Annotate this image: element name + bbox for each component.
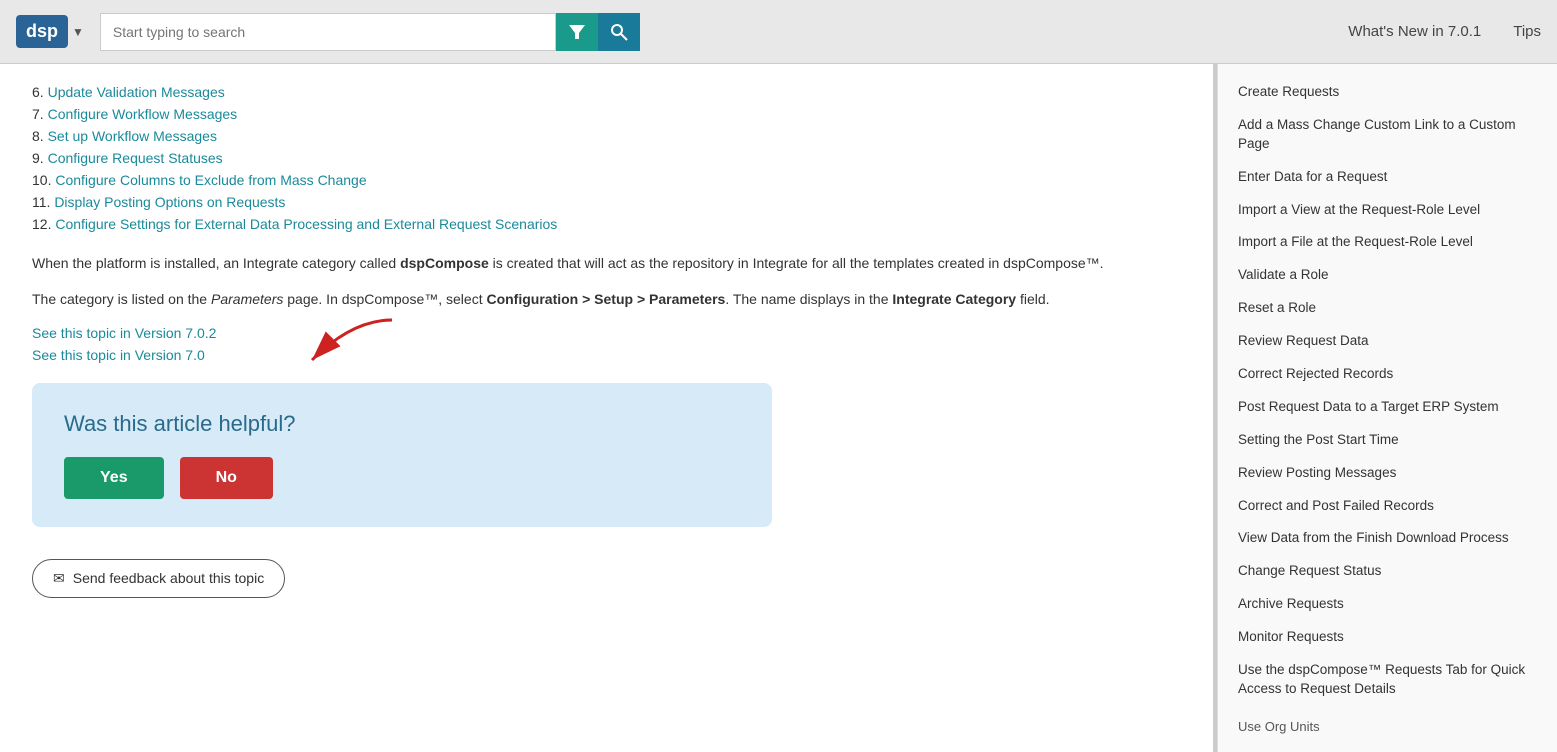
topic-link[interactable]: Update Validation Messages [48, 84, 225, 100]
parameters-italic: Parameters [211, 291, 283, 307]
paragraph-2: The category is listed on the Parameters… [32, 288, 1181, 310]
sidebar-item[interactable]: Review Posting Messages [1234, 457, 1541, 490]
filter-button[interactable] [556, 13, 598, 51]
sidebar-item[interactable]: Review Request Data [1234, 325, 1541, 358]
list-item: 9. Configure Request Statuses [32, 150, 1181, 166]
topic-link[interactable]: Configure Request Statuses [48, 150, 223, 166]
list-item: 6. Update Validation Messages [32, 84, 1181, 100]
sidebar-item[interactable]: Import a File at the Request-Role Level [1234, 226, 1541, 259]
sidebar: Create RequestsAdd a Mass Change Custom … [1217, 64, 1557, 752]
search-icon [610, 23, 628, 41]
list-item: 7. Configure Workflow Messages [32, 106, 1181, 122]
list-item: 8. Set up Workflow Messages [32, 128, 1181, 144]
feedback-label: Send feedback about this topic [73, 570, 264, 586]
paragraph-1: When the platform is installed, an Integ… [32, 252, 1181, 274]
logo-caret-icon[interactable]: ▼ [72, 25, 84, 39]
sidebar-item[interactable]: Post Request Data to a Target ERP System [1234, 391, 1541, 424]
sidebar-item[interactable]: Monitor Requests [1234, 621, 1541, 654]
list-item: 12. Configure Settings for External Data… [32, 216, 1181, 232]
no-button[interactable]: No [180, 457, 273, 499]
main-layout: 6. Update Validation Messages 7. Configur… [0, 64, 1557, 752]
search-button[interactable] [598, 13, 640, 51]
sidebar-item[interactable]: Change Request Status [1234, 555, 1541, 588]
header: dsp ▼ What's New in 7.0.1 Tips [0, 0, 1557, 64]
helpful-title: Was this article helpful? [64, 411, 740, 437]
topic-link[interactable]: Configure Settings for External Data Pro… [55, 216, 557, 232]
topic-link[interactable]: Set up Workflow Messages [48, 128, 217, 144]
header-nav: What's New in 7.0.1 Tips [1348, 23, 1541, 40]
search-input[interactable] [100, 13, 556, 51]
topic-link[interactable]: Display Posting Options on Requests [54, 194, 285, 210]
topic-link[interactable]: Configure Workflow Messages [48, 106, 238, 122]
helpful-box: Was this article helpful? Yes No [32, 383, 772, 527]
integrate-category-bold: Integrate Category [892, 291, 1016, 307]
sidebar-item[interactable]: View Data from the Finish Download Proce… [1234, 522, 1541, 555]
sidebar-item[interactable]: Set up Org Units [1234, 743, 1541, 752]
sidebar-item[interactable]: Use the dspCompose™ Requests Tab for Qui… [1234, 654, 1541, 706]
sidebar-item[interactable]: Import a View at the Request-Role Level [1234, 194, 1541, 227]
version-links-area: See this topic in Version 7.0.2 See this… [32, 325, 1181, 363]
sidebar-item: Use Org Units [1234, 706, 1541, 743]
yes-button[interactable]: Yes [64, 457, 164, 499]
search-area [100, 13, 640, 51]
whats-new-link[interactable]: What's New in 7.0.1 [1348, 23, 1481, 40]
feedback-button[interactable]: ✉ Send feedback about this topic [32, 559, 285, 598]
sidebar-item[interactable]: Setting the Post Start Time [1234, 424, 1541, 457]
sidebar-item[interactable]: Enter Data for a Request [1234, 161, 1541, 194]
sidebar-item[interactable]: Correct Rejected Records [1234, 358, 1541, 391]
version-70-link[interactable]: See this topic in Version 7.0 [32, 347, 1181, 363]
tips-link[interactable]: Tips [1513, 23, 1541, 40]
topic-link[interactable]: Configure Columns to Exclude from Mass C… [55, 172, 366, 188]
helpful-buttons: Yes No [64, 457, 740, 499]
sidebar-item[interactable]: Add a Mass Change Custom Link to a Custo… [1234, 109, 1541, 161]
sidebar-item[interactable]: Correct and Post Failed Records [1234, 490, 1541, 523]
version-702-link[interactable]: See this topic in Version 7.0.2 [32, 325, 1181, 341]
list-item: 10. Configure Columns to Exclude from Ma… [32, 172, 1181, 188]
logo: dsp [16, 15, 68, 48]
sidebar-item[interactable]: Reset a Role [1234, 292, 1541, 325]
topic-list: 6. Update Validation Messages 7. Configur… [32, 84, 1181, 232]
filter-icon [568, 23, 586, 41]
email-icon: ✉ [53, 570, 65, 587]
logo-area: dsp ▼ [16, 15, 84, 48]
dspcompose-bold: dspCompose [400, 255, 489, 271]
list-item: 11. Display Posting Options on Requests [32, 194, 1181, 210]
sidebar-item[interactable]: Archive Requests [1234, 588, 1541, 621]
sidebar-item[interactable]: Validate a Role [1234, 259, 1541, 292]
content-area: 6. Update Validation Messages 7. Configur… [0, 64, 1215, 752]
sidebar-item[interactable]: Create Requests [1234, 76, 1541, 109]
config-bold: Configuration > Setup > Parameters [486, 291, 725, 307]
